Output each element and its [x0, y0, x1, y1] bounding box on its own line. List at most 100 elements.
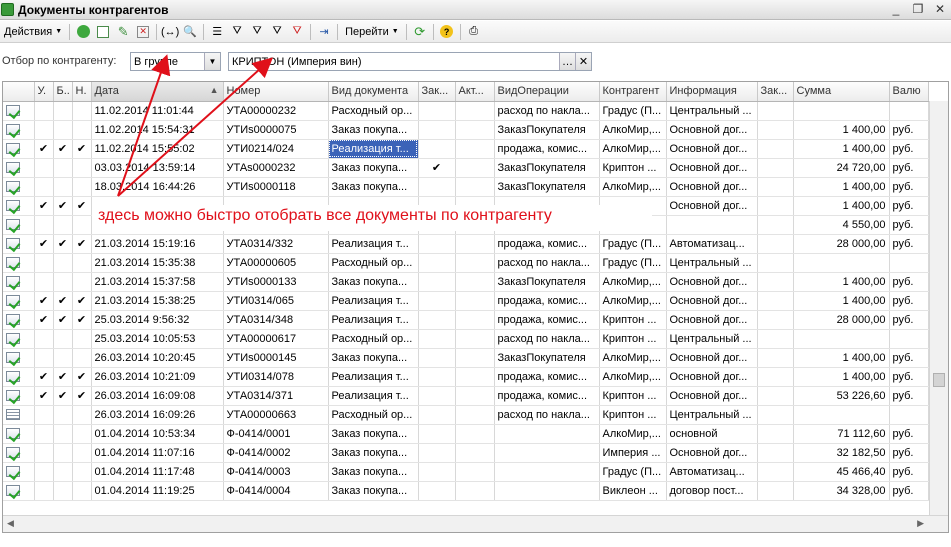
table-cell[interactable]: [418, 310, 456, 330]
table-cell[interactable]: [757, 196, 794, 216]
status-cell[interactable]: [3, 120, 35, 140]
scroll-left-icon[interactable]: ◀: [7, 518, 14, 529]
status-cell[interactable]: [3, 424, 35, 444]
table-cell[interactable]: [757, 481, 794, 501]
status-cell[interactable]: [3, 139, 35, 159]
table-cell[interactable]: 21.03.2014 15:35:38: [91, 253, 224, 273]
table-cell[interactable]: Автоматизац...: [666, 462, 758, 482]
table-cell[interactable]: Реализация т...: [328, 139, 419, 159]
table-cell[interactable]: [418, 443, 456, 463]
table-cell[interactable]: [53, 272, 73, 292]
table-cell[interactable]: Центральный ...: [666, 253, 758, 273]
table-cell[interactable]: Заказ покупа...: [328, 272, 419, 292]
table-cell[interactable]: [757, 120, 794, 140]
table-cell[interactable]: [757, 158, 794, 178]
status-cell[interactable]: [3, 215, 35, 235]
table-cell[interactable]: [455, 139, 495, 159]
table-cell[interactable]: руб.: [889, 481, 929, 501]
table-cell[interactable]: Расходный ор...: [328, 329, 419, 349]
table-cell[interactable]: [418, 272, 456, 292]
column-header[interactable]: Н.: [72, 82, 92, 102]
add-button[interactable]: [74, 23, 92, 41]
table-cell[interactable]: [72, 462, 92, 482]
table-cell[interactable]: [72, 253, 92, 273]
table-cell[interactable]: Основной дог...: [666, 120, 758, 140]
table-cell[interactable]: [34, 329, 54, 349]
minimize-icon[interactable]: _: [889, 2, 903, 16]
table-row[interactable]: 01.04.2014 11:19:25 Ф-0414/0004 Заказ поку…: [3, 481, 929, 501]
table-cell[interactable]: Виклеон ...: [599, 481, 667, 501]
table-row[interactable]: 03.03.2014 13:59:14 УТАs0000232 Заказ поку…: [3, 158, 929, 178]
table-cell[interactable]: [757, 291, 794, 311]
table-cell[interactable]: [757, 253, 794, 273]
table-cell[interactable]: ✔: [53, 234, 73, 254]
table-cell[interactable]: [757, 367, 794, 387]
help-button[interactable]: ?: [438, 23, 456, 41]
table-cell[interactable]: [494, 424, 600, 444]
table-cell[interactable]: УТА00000232: [223, 101, 329, 121]
status-cell[interactable]: [3, 367, 35, 387]
status-cell[interactable]: [3, 291, 35, 311]
filter-mode-select[interactable]: В группе ▼: [130, 52, 221, 71]
table-cell[interactable]: 1 400,00: [793, 272, 890, 292]
table-row[interactable]: 21.03.2014 15:37:58 УТИs0000133 Заказ поку…: [3, 272, 929, 292]
table-cell[interactable]: АлкоМир,...: [599, 120, 667, 140]
scroll-right-icon[interactable]: ▶: [917, 518, 924, 529]
table-cell[interactable]: расход по накла...: [494, 253, 600, 273]
table-cell[interactable]: ✔: [53, 291, 73, 311]
table-cell[interactable]: Основной дог...: [666, 291, 758, 311]
filter-value-button[interactable]: ⛛: [248, 23, 266, 41]
table-row[interactable]: ✔ ✔ ✔ 26.03.2014 16:09:08 УТА0314/371 Реализа…: [3, 386, 929, 406]
table-cell[interactable]: [757, 234, 794, 254]
select-button[interactable]: …: [559, 53, 575, 70]
table-cell[interactable]: [494, 462, 600, 482]
table-cell[interactable]: Заказ покупа...: [328, 462, 419, 482]
column-header[interactable]: ВидОперации: [494, 82, 600, 102]
table-cell[interactable]: руб.: [889, 443, 929, 463]
column-header[interactable]: [3, 82, 35, 102]
table-cell[interactable]: ✔: [34, 234, 54, 254]
table-cell[interactable]: Основной дог...: [666, 196, 758, 216]
table-cell[interactable]: [757, 443, 794, 463]
table-cell[interactable]: [418, 348, 456, 368]
clear-filter-button[interactable]: ⛛: [288, 23, 306, 41]
table-cell[interactable]: 01.04.2014 11:19:25: [91, 481, 224, 501]
table-cell[interactable]: [455, 120, 495, 140]
table-cell[interactable]: Расходный ор...: [328, 101, 419, 121]
table-cell[interactable]: основной: [666, 424, 758, 444]
table-cell[interactable]: 11.02.2014 11:01:44: [91, 101, 224, 121]
table-cell[interactable]: Центральный ...: [666, 101, 758, 121]
table-row[interactable]: ✔ ✔ ✔ 26.03.2014 10:21:09 УТИ0314/078 Реализа…: [3, 367, 929, 387]
status-cell[interactable]: [3, 177, 35, 197]
table-cell[interactable]: [494, 481, 600, 501]
table-cell[interactable]: Реализация т...: [328, 367, 419, 387]
table-cell[interactable]: Градус (П...: [599, 234, 667, 254]
table-cell[interactable]: Заказ покупа...: [328, 158, 419, 178]
table-cell[interactable]: [34, 348, 54, 368]
table-cell[interactable]: [72, 158, 92, 178]
table-cell[interactable]: продажа, комис...: [494, 234, 600, 254]
table-cell[interactable]: 25.03.2014 9:56:32: [91, 310, 224, 330]
clear-icon[interactable]: ✕: [575, 53, 591, 70]
table-cell[interactable]: 01.04.2014 11:17:48: [91, 462, 224, 482]
table-cell[interactable]: 1 400,00: [793, 291, 890, 311]
table-cell[interactable]: [455, 272, 495, 292]
table-cell[interactable]: [72, 177, 92, 197]
table-cell[interactable]: [757, 101, 794, 121]
table-cell[interactable]: [455, 443, 495, 463]
table-cell[interactable]: [72, 329, 92, 349]
table-cell[interactable]: 25.03.2014 10:05:53: [91, 329, 224, 349]
table-cell[interactable]: 45 466,40: [793, 462, 890, 482]
table-cell[interactable]: ✔: [53, 310, 73, 330]
actions-menu[interactable]: Действия ▼: [0, 23, 66, 41]
table-cell[interactable]: [757, 386, 794, 406]
restore-icon[interactable]: ❐: [911, 2, 925, 16]
table-cell[interactable]: [34, 253, 54, 273]
table-cell[interactable]: [53, 348, 73, 368]
status-cell[interactable]: [3, 253, 35, 273]
table-cell[interactable]: 26.03.2014 10:20:45: [91, 348, 224, 368]
table-cell[interactable]: [418, 462, 456, 482]
table-cell[interactable]: ЗаказПокупателя: [494, 120, 600, 140]
table-cell[interactable]: [34, 443, 54, 463]
vertical-scrollbar[interactable]: [929, 101, 948, 515]
